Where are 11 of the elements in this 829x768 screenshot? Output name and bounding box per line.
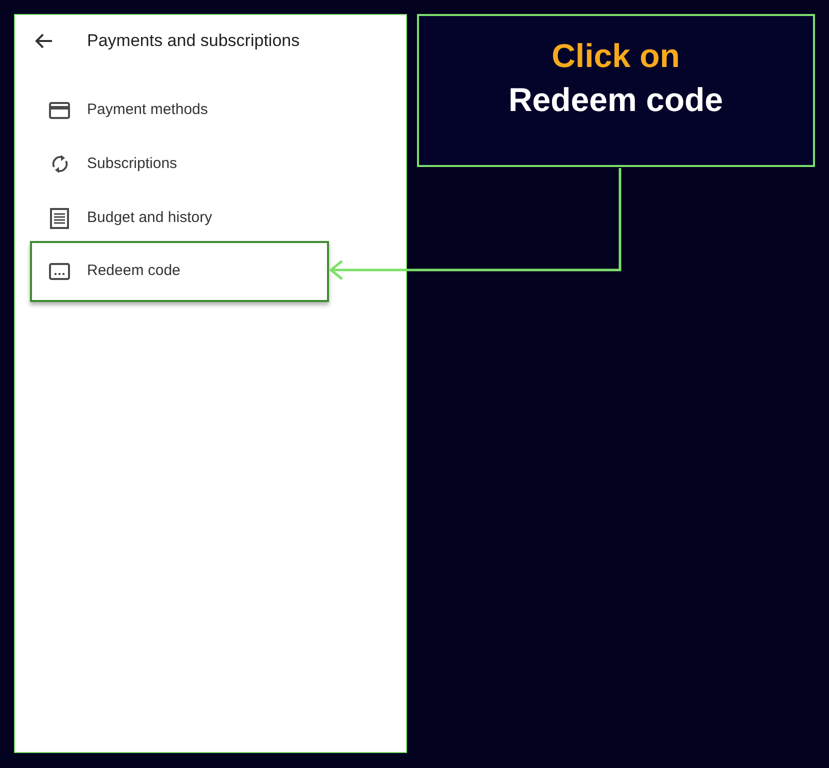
- menu-item[interactable]: Payment methods: [30, 83, 329, 137]
- credit-card-icon: [49, 102, 70, 118]
- back-arrow-icon[interactable]: [35, 33, 53, 49]
- refresh-icon: [50, 154, 68, 174]
- callout-text: Redeem code: [508, 80, 724, 120]
- screen-title: Payments and subscriptions: [87, 30, 300, 52]
- menu-item[interactable]: Subscriptions: [30, 137, 329, 191]
- receipt-icon: [50, 208, 69, 228]
- code-card-icon: [49, 263, 70, 280]
- menu-item[interactable]: Redeem code: [30, 241, 329, 302]
- callout-text: Click on: [552, 36, 680, 76]
